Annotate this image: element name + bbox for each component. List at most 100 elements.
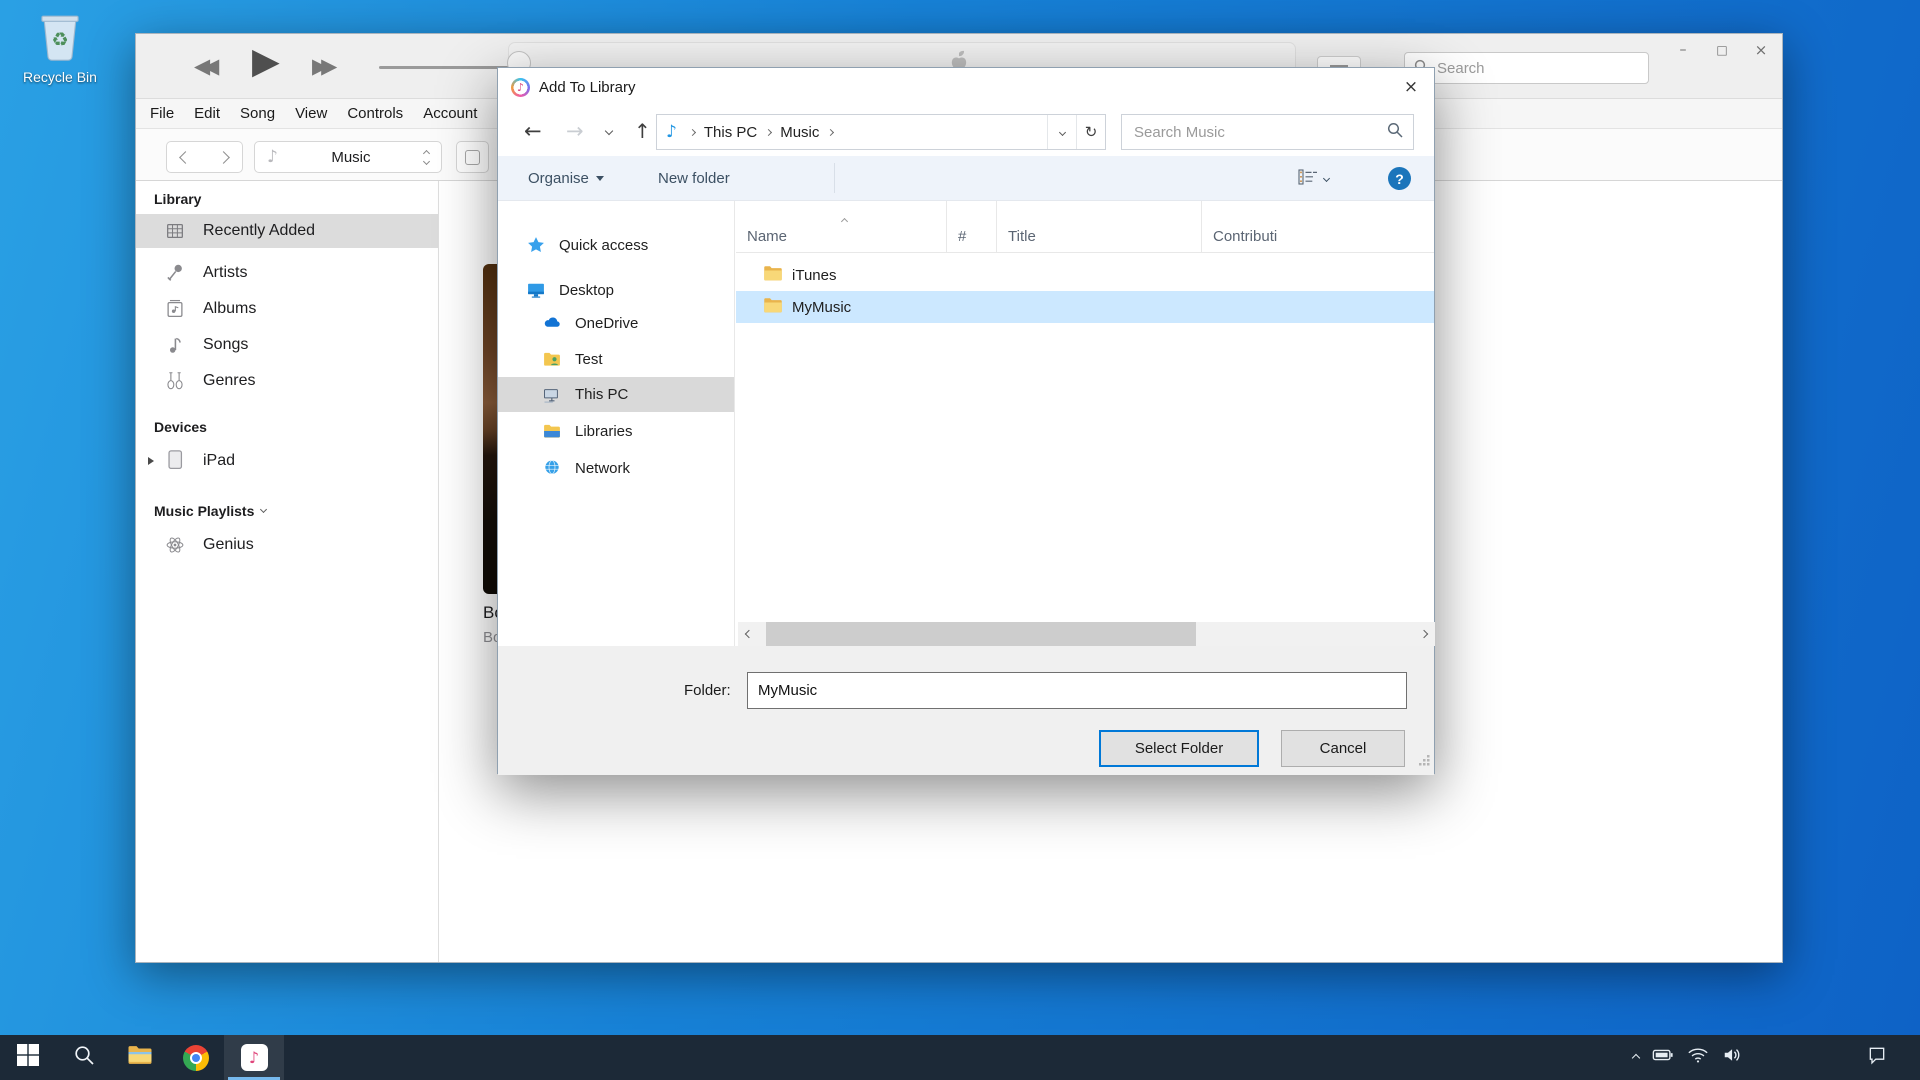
desktop-icon — [524, 280, 548, 300]
play-button[interactable]: ▶ — [252, 41, 280, 82]
dialog-title-bar[interactable]: ♪ Add To Library — [498, 68, 1434, 106]
nav-item-onedrive[interactable]: OneDrive — [498, 307, 734, 339]
up-one-level-button[interactable]: ↑ — [634, 106, 651, 156]
music-note-icon: ♪ — [267, 147, 278, 167]
wifi-icon[interactable] — [1687, 1046, 1709, 1069]
file-explorer-icon — [127, 1044, 153, 1071]
add-to-library-dialog: ♪ Add To Library × ← → ↑ ♪ This PC Music… — [497, 67, 1435, 774]
media-picker-dropdown[interactable]: ♪ Music — [254, 141, 442, 173]
recycle-bin-desktop-icon[interactable]: ♻ Recycle Bin — [22, 10, 98, 85]
nav-item-network[interactable]: Network — [498, 452, 734, 484]
microphone-icon — [162, 262, 188, 284]
menu-view[interactable]: View — [285, 105, 337, 122]
dialog-footer: Folder: Select Folder Cancel — [498, 646, 1434, 775]
folder-name-input[interactable] — [747, 672, 1407, 709]
chrome-button[interactable] — [168, 1035, 224, 1080]
sidebar-item-genius[interactable]: Genius — [136, 528, 438, 562]
select-folder-button[interactable]: Select Folder — [1099, 730, 1259, 767]
breadcrumb-chevron-icon — [827, 128, 834, 135]
menu-account[interactable]: Account — [413, 105, 487, 122]
sidebar-item-albums[interactable]: Albums — [136, 292, 438, 326]
minimize-button[interactable]: – — [1670, 38, 1696, 62]
miniplayer-button[interactable] — [456, 141, 489, 173]
column-header-number[interactable]: # — [947, 201, 997, 253]
new-folder-button[interactable]: New folder — [658, 156, 730, 201]
battery-icon[interactable] — [1652, 1046, 1674, 1069]
chevron-down-icon — [1323, 175, 1330, 182]
scrollbar-thumb[interactable] — [766, 622, 1196, 646]
resize-grip[interactable] — [1418, 754, 1431, 772]
sidebar-item-ipad[interactable]: iPad — [136, 444, 438, 478]
star-icon — [524, 235, 548, 255]
rewind-button[interactable]: ◀◀ — [194, 54, 212, 78]
menu-file[interactable]: File — [140, 105, 184, 122]
dialog-search-box[interactable] — [1121, 114, 1414, 150]
horizontal-scrollbar[interactable] — [738, 622, 1435, 646]
chevron-left-icon — [179, 151, 192, 164]
column-headers: Name # Title Contributi — [736, 201, 1434, 253]
volume-slider-track[interactable] — [379, 66, 511, 69]
toolbar-separator — [834, 163, 835, 193]
nav-item-this-pc[interactable]: This PC — [498, 377, 734, 412]
windows-logo-icon — [16, 1043, 40, 1072]
menu-song[interactable]: Song — [230, 105, 285, 122]
dialog-close-button[interactable]: × — [1388, 68, 1434, 106]
itunes-taskbar-button[interactable]: ♪ — [224, 1035, 284, 1080]
column-header-title[interactable]: Title — [997, 201, 1202, 253]
dialog-command-bar: Organise New folder ? — [498, 156, 1434, 201]
dialog-navigation-bar: ← → ↑ ♪ This PC Music ↻ — [498, 106, 1434, 156]
back-button[interactable] — [166, 141, 205, 173]
folder-icon — [763, 296, 783, 319]
sidebar-item-genres[interactable]: Genres — [136, 364, 438, 398]
itunes-search-input[interactable] — [1435, 59, 1639, 78]
file-row-itunes[interactable]: iTunes — [736, 259, 1434, 291]
close-button[interactable]: × — [1748, 38, 1774, 62]
file-explorer-button[interactable] — [112, 1035, 168, 1080]
nav-item-libraries[interactable]: Libraries — [498, 415, 734, 447]
nav-item-quick-access[interactable]: Quick access — [498, 229, 734, 261]
desktop: ♻ Recycle Bin ◀◀ ▶ ▶▶ — [0, 0, 1920, 1080]
sidebar-item-recently-added[interactable]: Recently Added — [136, 214, 438, 248]
dropdown-triangle-icon — [596, 176, 604, 181]
column-header-contributing[interactable]: Contributi — [1202, 201, 1437, 253]
taskbar-search-button[interactable] — [56, 1035, 112, 1080]
playlists-header[interactable]: Music Playlists — [154, 503, 266, 519]
sidebar-item-artists[interactable]: Artists — [136, 256, 438, 290]
help-button[interactable]: ? — [1388, 167, 1411, 190]
music-note-icon: ♪ — [666, 122, 677, 142]
menu-controls[interactable]: Controls — [337, 105, 413, 122]
disclosure-triangle-icon[interactable] — [148, 457, 154, 465]
chevron-right-icon — [217, 151, 230, 164]
ipad-icon — [162, 448, 188, 474]
nav-item-desktop[interactable]: Desktop — [498, 274, 734, 306]
cancel-button[interactable]: Cancel — [1281, 730, 1405, 767]
start-button[interactable] — [0, 1035, 56, 1080]
details-view-icon — [1298, 168, 1318, 190]
address-bar[interactable]: ♪ This PC Music ↻ — [656, 114, 1106, 150]
scroll-left-button[interactable] — [738, 622, 760, 646]
media-picker-value: Music — [278, 149, 424, 166]
scroll-right-button[interactable] — [1413, 622, 1435, 646]
grid-icon — [162, 220, 188, 242]
forward-arrow-button[interactable]: → — [566, 106, 584, 156]
recent-locations-dropdown[interactable] — [606, 106, 612, 156]
itunes-search-box[interactable] — [1404, 52, 1649, 84]
dialog-search-input[interactable] — [1132, 123, 1387, 142]
address-dropdown-button[interactable] — [1047, 115, 1076, 149]
refresh-button[interactable]: ↻ — [1076, 115, 1105, 149]
change-view-button[interactable] — [1298, 156, 1329, 201]
breadcrumb-music[interactable]: Music — [780, 124, 819, 141]
maximize-button[interactable]: □ — [1709, 38, 1735, 62]
organise-menu-button[interactable]: Organise — [528, 156, 604, 201]
nav-item-test[interactable]: Test — [498, 343, 734, 375]
menu-edit[interactable]: Edit — [184, 105, 230, 122]
file-row-mymusic[interactable]: MyMusic — [736, 291, 1434, 323]
forward-button[interactable] — [204, 141, 243, 173]
back-arrow-button[interactable]: ← — [524, 106, 542, 156]
fast-forward-button[interactable]: ▶▶ — [312, 54, 330, 78]
hidden-icons-chevron[interactable] — [1632, 1053, 1640, 1061]
sidebar-item-songs[interactable]: Songs — [136, 328, 438, 362]
volume-icon[interactable] — [1722, 1046, 1744, 1069]
action-center-button[interactable] — [1852, 1035, 1902, 1080]
breadcrumb-this-pc[interactable]: This PC — [704, 124, 757, 141]
